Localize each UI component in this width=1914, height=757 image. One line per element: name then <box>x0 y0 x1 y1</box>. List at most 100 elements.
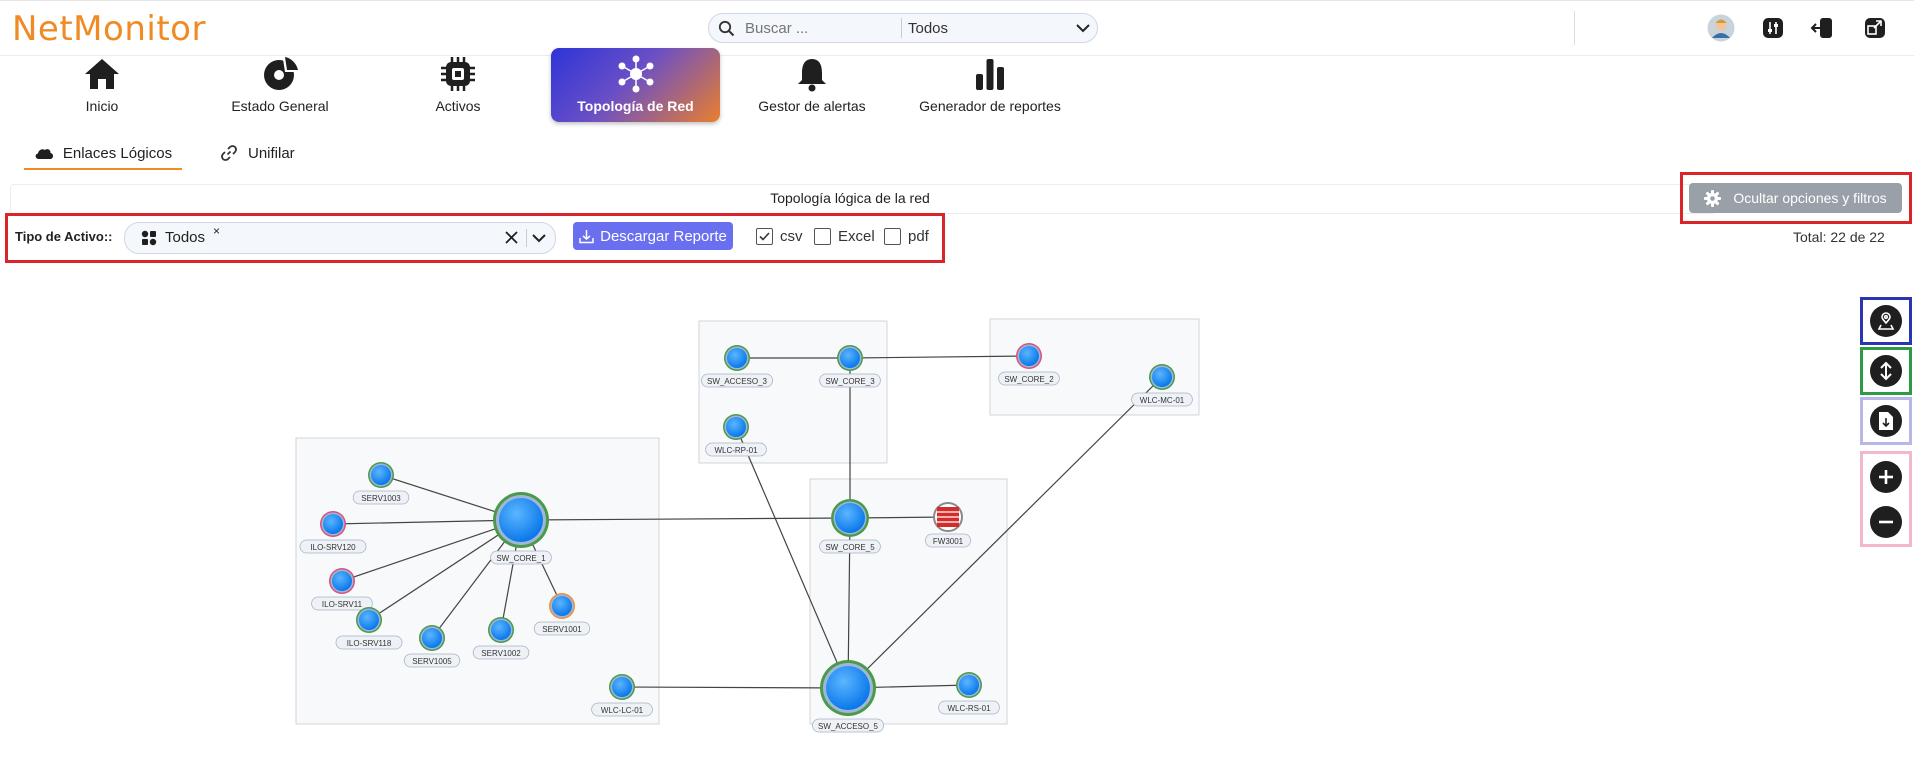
topology-node[interactable]: SW_CORE_3 <box>819 345 881 388</box>
page-title: Topología lógica de la red <box>770 190 930 206</box>
filter-label: Tipo de Activo:: <box>15 229 113 244</box>
format-pdf-checkbox[interactable]: pdf <box>884 228 929 245</box>
cloud-icon <box>34 147 54 160</box>
tab-unifilar[interactable]: Unifilar <box>220 138 295 168</box>
topology-node[interactable]: SERV1005 <box>403 625 461 668</box>
checkbox-unchecked[interactable] <box>814 228 831 245</box>
nav-activos[interactable]: Activos <box>408 48 508 122</box>
global-search: Todos <box>708 13 1098 43</box>
topology-node[interactable]: ILO-SRV120 <box>299 511 367 554</box>
total-count: Total: 22 de 22 <box>1793 229 1885 245</box>
node-core <box>959 675 979 695</box>
tab-label: Unifilar <box>248 144 295 162</box>
node-label: SW_CORE_5 <box>825 543 875 552</box>
asset-type-chip: Todos <box>165 229 206 246</box>
node-core <box>552 596 572 616</box>
nav-gestor-de-alertas[interactable]: Gestor de alertas <box>752 48 872 122</box>
node-label: SERV1005 <box>412 657 452 666</box>
node-label: ILO-SRV11 <box>322 600 363 609</box>
download-icon <box>579 229 594 244</box>
topology-link <box>621 686 849 689</box>
topology-node[interactable]: ILO-SRV118 <box>335 607 403 650</box>
download-report-label: Descargar Reporte <box>600 227 727 245</box>
node-core <box>727 348 747 368</box>
nav-inicio[interactable]: Inicio <box>52 48 152 122</box>
node-label: SW_CORE_1 <box>496 554 546 563</box>
tab-enlaces-logicos[interactable]: Enlaces Lógicos <box>24 138 182 170</box>
search-divider <box>901 18 902 38</box>
node-core <box>359 610 379 630</box>
bell-icon <box>796 56 828 92</box>
app-logo[interactable]: NetMonitor <box>12 9 206 49</box>
node-label: SW_ACCESO_5 <box>818 722 879 731</box>
topology-node[interactable]: SW_ACCESO_3 <box>701 345 774 388</box>
link-icon <box>220 144 238 162</box>
topology-node[interactable]: SW_CORE_5 <box>819 499 881 554</box>
nav-label: Gestor de alertas <box>758 98 866 114</box>
search-input[interactable] <box>743 18 897 38</box>
topology-node[interactable]: WLC-RP-01 <box>705 414 767 457</box>
node-label: WLC-RP-01 <box>714 446 758 455</box>
nav-estado-general[interactable]: Estado General <box>220 48 340 122</box>
node-group <box>698 320 888 464</box>
node-core <box>726 417 746 437</box>
asset-type-select[interactable]: Todos × <box>124 222 556 254</box>
nav-topologia-de-red[interactable]: Topología de Red <box>551 48 720 122</box>
format-label: pdf <box>908 228 929 245</box>
search-scope-select[interactable]: Todos <box>908 20 1069 37</box>
download-report-button[interactable]: Descargar Reporte <box>573 222 733 250</box>
checkbox-checked[interactable] <box>756 228 773 245</box>
gear-icon <box>1704 189 1722 207</box>
clear-icon[interactable] <box>505 231 518 244</box>
topology-icon <box>616 55 656 93</box>
logout-icon[interactable] <box>1807 13 1837 43</box>
bar-chart-icon <box>973 56 1007 92</box>
node-core <box>323 514 343 534</box>
plus-icon[interactable] <box>1870 460 1902 493</box>
node-label: ILO-SRV118 <box>347 639 392 648</box>
topology-node[interactable]: WLC-LC-01 <box>591 674 653 717</box>
topology-node[interactable]: ILO-SRV11 <box>311 568 373 611</box>
topology-node[interactable]: SERV1002 <box>472 617 530 660</box>
node-label: SERV1001 <box>542 625 582 634</box>
node-core <box>491 620 511 640</box>
topology-node[interactable]: WLC-RS-01 <box>938 672 1000 715</box>
node-label: SW_CORE_2 <box>1004 375 1054 384</box>
node-label: WLC-MC-01 <box>1140 396 1185 405</box>
open-external-icon[interactable] <box>1860 13 1890 43</box>
document-download-icon[interactable] <box>1870 405 1902 437</box>
chevron-down-icon[interactable] <box>532 233 546 243</box>
chevron-down-icon[interactable] <box>1069 23 1097 33</box>
format-excel-checkbox[interactable]: Excel <box>814 228 875 245</box>
topology-node[interactable]: SW_ACCESO_5 <box>812 660 885 733</box>
home-icon <box>83 56 121 92</box>
format-csv-checkbox[interactable]: csv <box>756 228 803 245</box>
node-label: FW3001 <box>933 537 964 546</box>
node-label: WLC-LC-01 <box>601 706 644 715</box>
search-icon[interactable] <box>709 20 743 37</box>
highlight-box <box>1860 347 1912 395</box>
settings-sliders-icon[interactable] <box>1758 13 1788 43</box>
highlight-box <box>1860 397 1912 445</box>
checkbox-unchecked[interactable] <box>884 228 901 245</box>
topology-link <box>735 426 849 689</box>
node-core <box>835 503 865 533</box>
topology-link <box>341 519 522 582</box>
nav-generador-de-reportes[interactable]: Generador de reportes <box>915 48 1065 122</box>
node-core <box>332 571 352 591</box>
user-avatar[interactable] <box>1706 13 1736 43</box>
chip-remove-icon[interactable]: × <box>213 224 220 238</box>
topology-node[interactable]: WLC-MC-01 <box>1131 364 1193 407</box>
node-core <box>499 498 543 542</box>
topology-link <box>332 519 522 525</box>
topology-node[interactable]: SERV1001 <box>533 593 591 636</box>
vertical-arrows-icon[interactable] <box>1870 355 1902 387</box>
hide-options-button[interactable]: Ocultar opciones y filtros <box>1689 183 1902 213</box>
topology-node[interactable]: FW3001 <box>925 502 972 548</box>
topology-node[interactable]: SW_CORE_1 <box>490 492 552 565</box>
topology-node[interactable]: SERV1003 <box>352 462 410 505</box>
minus-icon[interactable] <box>1870 505 1902 538</box>
node-core <box>371 465 391 485</box>
topology-node[interactable]: SW_CORE_2 <box>998 343 1060 386</box>
location-icon[interactable] <box>1870 305 1902 337</box>
